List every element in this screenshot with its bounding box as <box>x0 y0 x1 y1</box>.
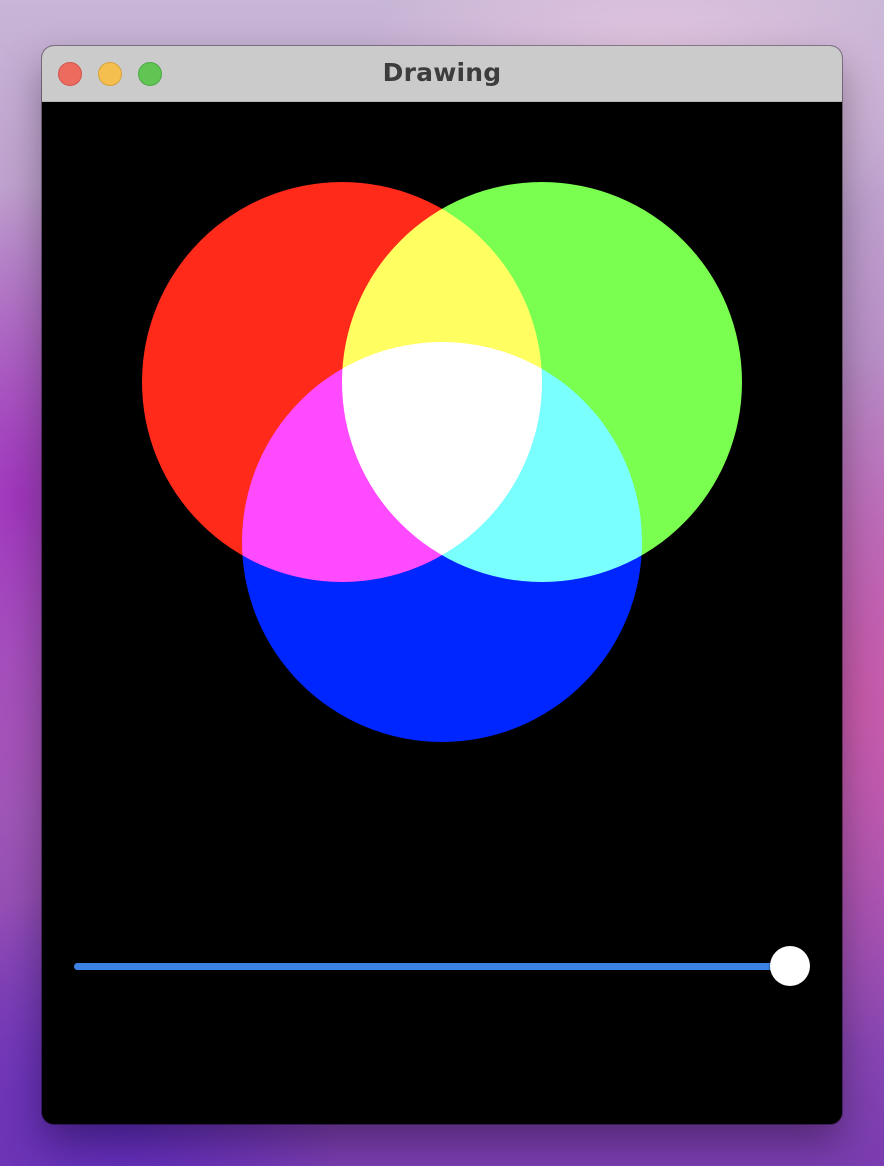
window-title: Drawing <box>382 58 502 87</box>
slider-fill <box>74 963 790 970</box>
opacity-slider[interactable] <box>72 944 812 988</box>
drawing-canvas <box>42 102 842 1124</box>
drawing-window: Drawing <box>42 46 842 1124</box>
title-bar[interactable]: Drawing <box>42 46 842 102</box>
slider-knob[interactable] <box>770 946 810 986</box>
blue-circle <box>242 342 642 742</box>
rgb-venn-diagram <box>42 102 842 822</box>
